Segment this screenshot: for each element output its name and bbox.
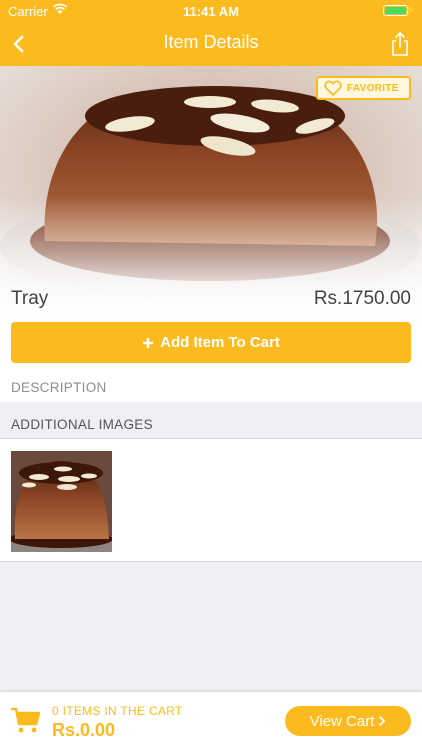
add-to-cart-label: Add Item To Cart: [160, 334, 280, 351]
additional-images-list: [0, 438, 422, 562]
pudding-thumbnail: [11, 451, 112, 552]
cart-total: Rs.0.00: [52, 720, 116, 740]
chevron-right-icon: [379, 716, 386, 726]
page-title: Item Details: [163, 32, 259, 52]
heart-icon: [324, 80, 342, 96]
additional-images-header: ADDITIONAL IMAGES: [0, 402, 422, 438]
item-info: Tray Rs.1750.00: [0, 286, 422, 316]
description-title: DESCRIPTION: [11, 380, 107, 395]
view-cart-label: View Cart: [309, 712, 375, 730]
plus-icon: [143, 337, 154, 348]
favorite-label: FAVORITE: [347, 82, 399, 94]
cart-item-count: 0 ITEMS IN THE CART: [52, 704, 183, 718]
top-bar: Carrier 11:41 AM ⚡ Item Details: [0, 0, 422, 66]
additional-image-thumbnail[interactable]: [11, 451, 112, 552]
add-to-cart-button[interactable]: Add Item To Cart: [11, 322, 411, 363]
additional-images-title: ADDITIONAL IMAGES: [11, 417, 153, 432]
charging-icon: ⚡: [404, 4, 418, 16]
cart-icon: [11, 707, 41, 733]
item-price: Rs.1750.00: [313, 288, 411, 309]
share-button[interactable]: [388, 30, 412, 58]
add-to-cart-section: Add Item To Cart: [0, 316, 422, 372]
item-image[interactable]: FAVORITE: [0, 66, 422, 316]
description-header: DESCRIPTION: [0, 372, 422, 402]
view-cart-button[interactable]: View Cart: [285, 706, 411, 736]
status-time: 11:41 AM: [183, 4, 239, 19]
item-name: Tray: [11, 288, 49, 309]
status-bar: Carrier 11:41 AM ⚡: [0, 0, 422, 22]
cart-bar: 0 ITEMS IN THE CART Rs.0.00 View Cart: [0, 692, 422, 750]
favorite-button[interactable]: FAVORITE: [316, 76, 411, 100]
